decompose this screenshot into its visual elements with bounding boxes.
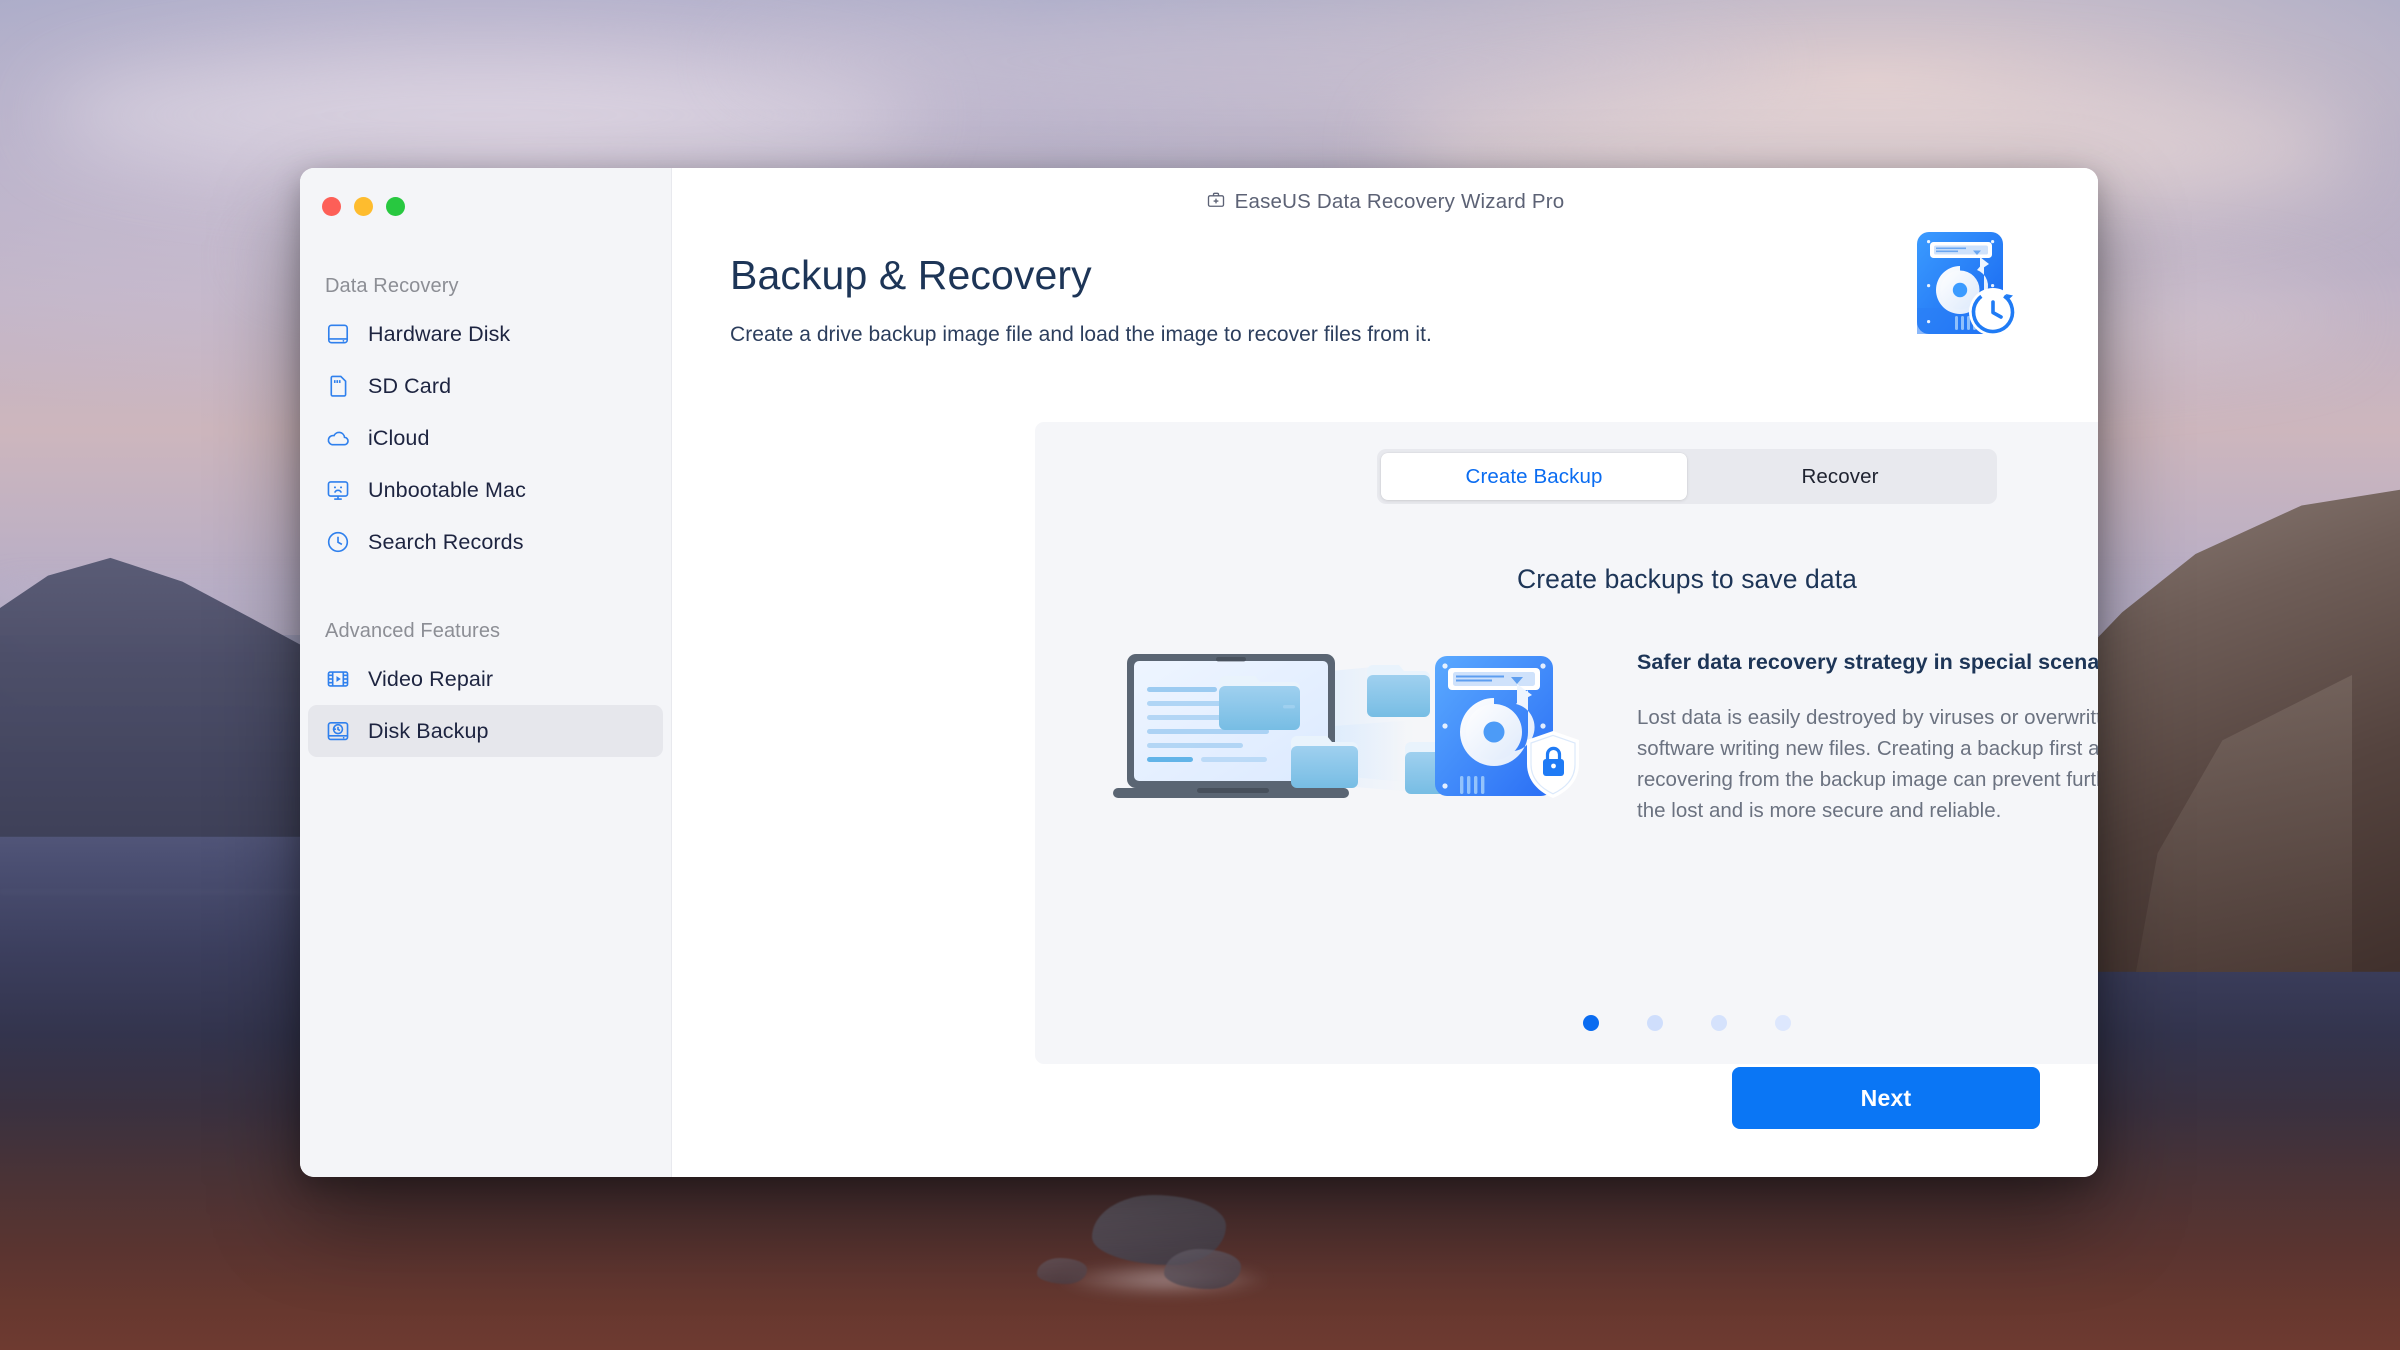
sidebar-group-data-recovery: Hardware Disk SD Card iCloud Unbootable … [300, 308, 671, 568]
close-button[interactable] [322, 197, 341, 216]
toolbox-plus-icon [1206, 190, 1226, 215]
disk-backup-icon [325, 718, 351, 744]
film-play-icon [325, 666, 351, 692]
carousel-dots [1035, 1015, 2098, 1031]
sidebar-item-sd-card[interactable]: SD Card [308, 360, 663, 412]
sd-card-icon [325, 373, 351, 399]
carousel-slide: Safer data recovery strategy in special … [1105, 632, 2098, 827]
sidebar-item-label: Hardware Disk [368, 321, 511, 346]
carousel-dot-4[interactable] [1775, 1015, 1791, 1031]
backup-recovery-card: Create Backup Recover Create backups to … [1035, 422, 2098, 1064]
tab-segmented-control: Create Backup Recover [1377, 449, 1997, 504]
wallpaper-rock [1036, 1258, 1088, 1284]
laptop-folders-to-disk-illustration [1105, 632, 1585, 817]
sidebar-item-label: SD Card [368, 373, 452, 398]
sidebar-item-label: iCloud [368, 425, 430, 450]
carousel-dot-2[interactable] [1647, 1015, 1663, 1031]
page-header: Backup & Recovery Create a drive backup … [672, 230, 2098, 347]
window-titlebar: EaseUS Data Recovery Wizard Pro [672, 168, 2098, 230]
sidebar-item-unbootable-mac[interactable]: Unbootable Mac [308, 464, 663, 516]
sidebar-group-title-data-recovery: Data Recovery [325, 275, 459, 297]
hard-drive-history-icon [1905, 224, 2023, 342]
feature-body: Lost data is easily destroyed by viruses… [1637, 706, 2098, 823]
tab-recover[interactable]: Recover [1687, 453, 1993, 500]
sidebar: Data Recovery Hardware Disk SD Card iClo… [300, 168, 672, 1177]
next-button[interactable]: Next [1732, 1067, 2040, 1129]
sidebar-group-advanced-features: Video Repair Disk Backup [300, 653, 671, 757]
sidebar-item-video-repair[interactable]: Video Repair [308, 653, 663, 705]
feature-text-block: Safer data recovery strategy in special … [1637, 632, 2098, 827]
window-traffic-lights [300, 168, 671, 216]
minimize-button[interactable] [354, 197, 373, 216]
wallpaper-rock [1164, 1248, 1241, 1290]
card-heading: Create backups to save data [1516, 564, 1858, 594]
sidebar-item-label: Search Records [368, 529, 524, 554]
zoom-button[interactable] [386, 197, 405, 216]
page-title: Backup & Recovery [730, 252, 1092, 298]
window-title: EaseUS Data Recovery Wizard Pro [1234, 190, 1565, 213]
sidebar-group-title-advanced-features: Advanced Features [325, 620, 501, 642]
carousel-dot-1[interactable] [1583, 1015, 1599, 1031]
sidebar-item-search-records[interactable]: Search Records [308, 516, 663, 568]
sidebar-item-label: Video Repair [368, 666, 494, 691]
application-window: Data Recovery Hardware Disk SD Card iClo… [300, 168, 2098, 1177]
carousel-dot-3[interactable] [1711, 1015, 1727, 1031]
tab-create-backup[interactable]: Create Backup [1381, 453, 1687, 500]
hard-disk-icon [325, 321, 351, 347]
main-content: EaseUS Data Recovery Wizard Pro Backup &… [672, 168, 2098, 1177]
clock-icon [325, 529, 351, 555]
sidebar-item-disk-backup[interactable]: Disk Backup [308, 705, 663, 757]
feature-title: Safer data recovery strategy in special … [1637, 650, 2098, 674]
cloud-icon [325, 425, 351, 451]
sidebar-item-label: Unbootable Mac [368, 477, 526, 502]
sidebar-item-icloud[interactable]: iCloud [308, 412, 663, 464]
sad-monitor-icon [325, 477, 351, 503]
sidebar-item-label: Disk Backup [368, 718, 489, 743]
sidebar-item-hardware-disk[interactable]: Hardware Disk [308, 308, 663, 360]
page-subtitle: Create a drive backup image file and loa… [730, 323, 1432, 346]
